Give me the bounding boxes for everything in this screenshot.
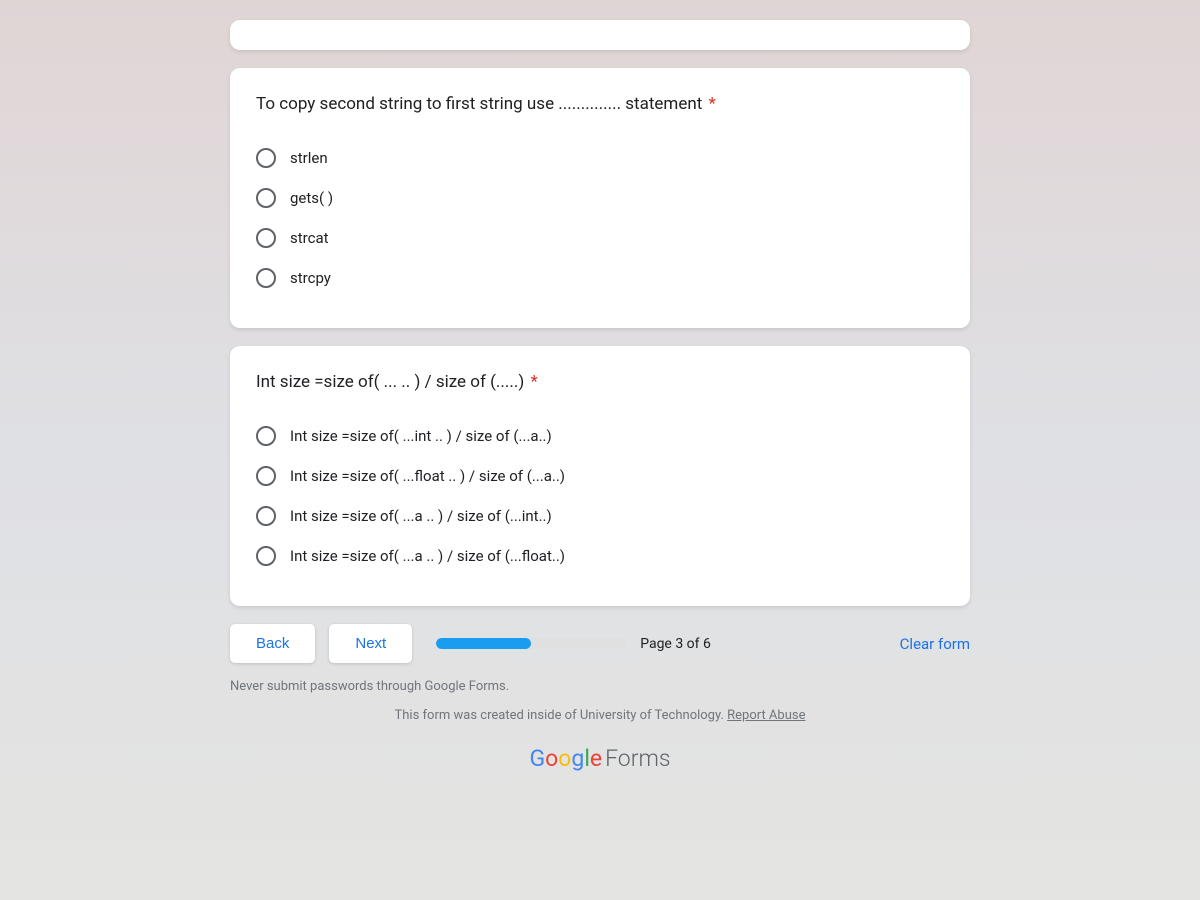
- radio-icon: [256, 466, 276, 486]
- back-button[interactable]: Back: [230, 624, 315, 663]
- next-button[interactable]: Next: [329, 624, 412, 663]
- progress-fill: [436, 638, 531, 649]
- question-card-1: To copy second string to first string us…: [230, 68, 970, 328]
- radio-option[interactable]: strcat: [256, 218, 944, 258]
- question-text: Int size =size of( ... .. ) / size of (.…: [256, 372, 524, 392]
- navigation-row: Back Next Page 3 of 6 Clear form: [230, 624, 970, 663]
- option-label: Int size =size of( ...a .. ) / size of (…: [290, 547, 565, 565]
- form-container: To copy second string to first string us…: [230, 0, 970, 772]
- radio-option[interactable]: Int size =size of( ...int .. ) / size of…: [256, 416, 944, 456]
- option-label: gets( ): [290, 189, 333, 207]
- option-label: strcpy: [290, 269, 331, 287]
- question-card-2: Int size =size of( ... .. ) / size of (.…: [230, 346, 970, 606]
- forms-word: Forms: [605, 745, 670, 772]
- previous-card-stub: [230, 20, 970, 50]
- radio-option[interactable]: Int size =size of( ...float .. ) / size …: [256, 456, 944, 496]
- radio-option[interactable]: strlen: [256, 138, 944, 178]
- question-title: Int size =size of( ... .. ) / size of (.…: [256, 372, 944, 392]
- progress-wrap: Page 3 of 6: [436, 636, 885, 652]
- question-title: To copy second string to first string us…: [256, 94, 944, 114]
- password-warning: Never submit passwords through Google Fo…: [230, 679, 970, 694]
- radio-icon: [256, 228, 276, 248]
- radio-option[interactable]: Int size =size of( ...a .. ) / size of (…: [256, 496, 944, 536]
- required-star: *: [709, 94, 716, 114]
- required-star: *: [530, 372, 537, 392]
- question-text: To copy second string to first string us…: [256, 94, 702, 114]
- radio-icon: [256, 148, 276, 168]
- created-inside: This form was created inside of Universi…: [230, 708, 970, 723]
- radio-option[interactable]: strcpy: [256, 258, 944, 298]
- radio-icon: [256, 426, 276, 446]
- radio-icon: [256, 268, 276, 288]
- created-text: This form was created inside of Universi…: [395, 708, 728, 723]
- progress-bar: [436, 638, 626, 649]
- radio-option[interactable]: gets( ): [256, 178, 944, 218]
- option-label: Int size =size of( ...int .. ) / size of…: [290, 427, 552, 445]
- report-abuse-link[interactable]: Report Abuse: [727, 708, 805, 723]
- clear-form-link[interactable]: Clear form: [900, 635, 970, 653]
- option-label: Int size =size of( ...a .. ) / size of (…: [290, 507, 552, 525]
- google-forms-logo[interactable]: GoogleForms: [230, 745, 970, 772]
- option-label: strlen: [290, 149, 328, 167]
- radio-icon: [256, 506, 276, 526]
- option-label: Int size =size of( ...float .. ) / size …: [290, 467, 565, 485]
- radio-icon: [256, 546, 276, 566]
- radio-icon: [256, 188, 276, 208]
- option-label: strcat: [290, 229, 329, 247]
- radio-option[interactable]: Int size =size of( ...a .. ) / size of (…: [256, 536, 944, 576]
- page-indicator: Page 3 of 6: [640, 636, 711, 652]
